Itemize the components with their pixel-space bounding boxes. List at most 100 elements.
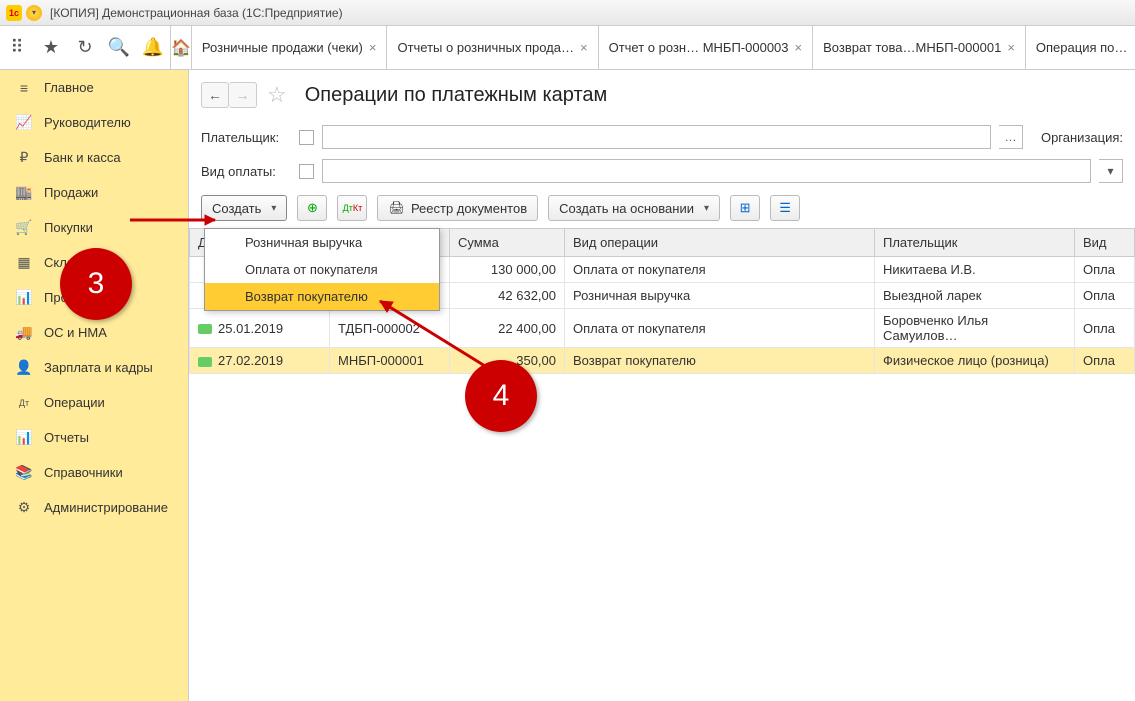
cell-operation: Оплата от покупателя bbox=[565, 309, 875, 348]
dt-kt-button[interactable]: ДтКт bbox=[337, 195, 367, 221]
window-title: [КОПИЯ] Демонстрационная база (1С:Предпр… bbox=[50, 6, 343, 20]
dropdown-item-retail[interactable]: Розничная выручка bbox=[205, 229, 439, 256]
copy-icon: ⊕ bbox=[307, 200, 318, 216]
apps-icon[interactable]: ⠿ bbox=[0, 26, 34, 70]
bar-chart-icon: 📊 bbox=[14, 290, 34, 306]
col-operation[interactable]: Вид операции bbox=[565, 229, 875, 257]
create-based-button[interactable]: Создать на основании ▾ bbox=[548, 195, 720, 221]
star-icon[interactable]: ★ bbox=[34, 26, 68, 70]
tab-label: Розничные продажи (чеки) bbox=[202, 40, 363, 55]
filter-payer-checkbox[interactable] bbox=[299, 130, 314, 145]
grid-icon: ▦ bbox=[14, 255, 34, 271]
sidebar-item-label: Руководителю bbox=[44, 115, 131, 130]
sidebar-item-sales[interactable]: 🏬 Продажи bbox=[0, 175, 188, 210]
close-icon[interactable]: × bbox=[369, 40, 377, 55]
dt-kt-icon: ДтКт bbox=[343, 203, 363, 213]
bell-icon[interactable]: 🔔 bbox=[136, 26, 170, 70]
filter-paytype-label: Вид оплаты: bbox=[201, 164, 291, 179]
dropdown-item-payment[interactable]: Оплата от покупателя bbox=[205, 256, 439, 283]
sidebar-item-operations[interactable]: Дт Операции bbox=[0, 385, 188, 420]
filter-paytype-checkbox[interactable] bbox=[299, 164, 314, 179]
cell-payer: Боровченко Илья Самуилов… bbox=[875, 309, 1075, 348]
sidebar-item-manager[interactable]: 📈 Руководителю bbox=[0, 105, 188, 140]
sidebar-item-refs[interactable]: 📚 Справочники bbox=[0, 455, 188, 490]
tab-bar: 🏠 Розничные продажи (чеки) × Отчеты о ро… bbox=[171, 26, 1135, 69]
sidebar-item-label: Зарплата и кадры bbox=[44, 360, 153, 375]
back-button[interactable]: ← bbox=[201, 82, 229, 108]
sidebar-item-label: Главное bbox=[44, 80, 94, 95]
tab-operation[interactable]: Операция по… bbox=[1026, 26, 1135, 69]
doc-icon bbox=[198, 357, 212, 367]
filter-paytype-row: Вид оплаты: ▾ bbox=[189, 154, 1135, 188]
table-row[interactable]: 25.01.2019 ТДБП-000002 22 400,00 Оплата … bbox=[190, 309, 1135, 348]
history-icon[interactable]: ↻ bbox=[68, 26, 102, 70]
sidebar-item-main[interactable]: ≡ Главное bbox=[0, 70, 188, 105]
app-logo-icon: 1с bbox=[6, 5, 22, 21]
paytype-dropdown-button[interactable]: ▾ bbox=[1099, 159, 1123, 183]
app-dropdown-icon[interactable]: ▾ bbox=[26, 5, 42, 21]
registry-label: Реестр документов bbox=[411, 201, 527, 216]
sidebar-item-label: Администрирование bbox=[44, 500, 168, 515]
sidebar-item-bank[interactable]: ₽ Банк и касса bbox=[0, 140, 188, 175]
search-icon[interactable]: 🔍 bbox=[102, 26, 136, 70]
sidebar-item-label: ОС и НМА bbox=[44, 325, 107, 340]
cell-date: 25.01.2019 bbox=[190, 309, 330, 348]
cell-paytype: Опла bbox=[1075, 348, 1135, 374]
filter-payer-row: Плательщик: … Организация: bbox=[189, 120, 1135, 154]
sidebar-item-label: Покупки bbox=[44, 220, 93, 235]
col-amount[interactable]: Сумма bbox=[450, 229, 565, 257]
top-toolbar: ⠿ ★ ↻ 🔍 🔔 🏠 Розничные продажи (чеки) × О… bbox=[0, 26, 1135, 70]
filter-org-label: Организация: bbox=[1041, 130, 1123, 145]
table-row[interactable]: 27.02.2019 МНБП-000001 350,00 Возврат по… bbox=[190, 348, 1135, 374]
close-icon[interactable]: × bbox=[795, 40, 803, 55]
cell-paytype: Опла bbox=[1075, 283, 1135, 309]
callout-badge-3: 3 bbox=[60, 248, 132, 320]
sidebar-item-hr[interactable]: 👤 Зарплата и кадры bbox=[0, 350, 188, 385]
title-bar: 1с ▾ [КОПИЯ] Демонстрационная база (1С:П… bbox=[0, 0, 1135, 26]
chevron-down-icon: ▾ bbox=[704, 203, 709, 214]
cell-paytype: Опла bbox=[1075, 309, 1135, 348]
ruble-icon: ₽ bbox=[14, 150, 34, 166]
sidebar: ≡ Главное 📈 Руководителю ₽ Банк и касса … bbox=[0, 70, 189, 701]
sidebar-item-assets[interactable]: 🚚 ОС и НМА bbox=[0, 315, 188, 350]
close-icon[interactable]: × bbox=[1007, 40, 1015, 55]
sidebar-item-reports[interactable]: 📊 Отчеты bbox=[0, 420, 188, 455]
structure-icon: ⊞ bbox=[740, 200, 751, 216]
gear-icon: ⚙ bbox=[14, 500, 34, 516]
list-button[interactable]: ☰ bbox=[770, 195, 800, 221]
cell-payer: Никитаева И.В. bbox=[875, 257, 1075, 283]
favorite-icon[interactable]: ☆ bbox=[267, 82, 287, 108]
cart-icon: 🛒 bbox=[14, 220, 34, 236]
callout-badge-4: 4 bbox=[465, 360, 537, 432]
col-paytype[interactable]: Вид bbox=[1075, 229, 1135, 257]
forward-button[interactable]: → bbox=[229, 82, 257, 108]
cell-date: 27.02.2019 bbox=[190, 348, 330, 374]
tab-label: Отчет о розн… МНБП-000003 bbox=[609, 40, 789, 55]
sidebar-item-label: Отчеты bbox=[44, 430, 89, 445]
toolbar-left-group: ⠿ ★ ↻ 🔍 🔔 bbox=[0, 26, 171, 69]
tab-retail-sales[interactable]: Розничные продажи (чеки) × bbox=[192, 26, 388, 69]
tab-retail-report[interactable]: Отчет о розн… МНБП-000003 × bbox=[599, 26, 814, 69]
cell-operation: Розничная выручка bbox=[565, 283, 875, 309]
home-tab[interactable]: 🏠 bbox=[171, 26, 192, 69]
cell-paytype: Опла bbox=[1075, 257, 1135, 283]
truck-icon: 🚚 bbox=[14, 325, 34, 341]
registry-button[interactable]: 🖨 Реестр документов bbox=[377, 195, 538, 221]
copy-button[interactable]: ⊕ bbox=[297, 195, 327, 221]
close-icon[interactable]: × bbox=[580, 40, 588, 55]
cell-payer: Выездной ларек bbox=[875, 283, 1075, 309]
filter-paytype-input[interactable] bbox=[322, 159, 1091, 183]
tab-retail-reports[interactable]: Отчеты о розничных прода… × bbox=[387, 26, 598, 69]
tab-return[interactable]: Возврат това…МНБП-000001 × bbox=[813, 26, 1026, 69]
sidebar-item-admin[interactable]: ⚙ Администрирование bbox=[0, 490, 188, 525]
col-payer[interactable]: Плательщик bbox=[875, 229, 1075, 257]
payer-select-button[interactable]: … bbox=[999, 125, 1023, 149]
list-icon: ☰ bbox=[779, 200, 791, 216]
filter-payer-input[interactable] bbox=[322, 125, 991, 149]
tab-label: Возврат това…МНБП-000001 bbox=[823, 40, 1001, 55]
structure-button[interactable]: ⊞ bbox=[730, 195, 760, 221]
cell-payer: Физическое лицо (розница) bbox=[875, 348, 1075, 374]
doc-icon bbox=[198, 324, 212, 334]
filter-payer-label: Плательщик: bbox=[201, 130, 291, 145]
page-header: ← → ☆ Операции по платежным картам bbox=[189, 70, 1135, 120]
